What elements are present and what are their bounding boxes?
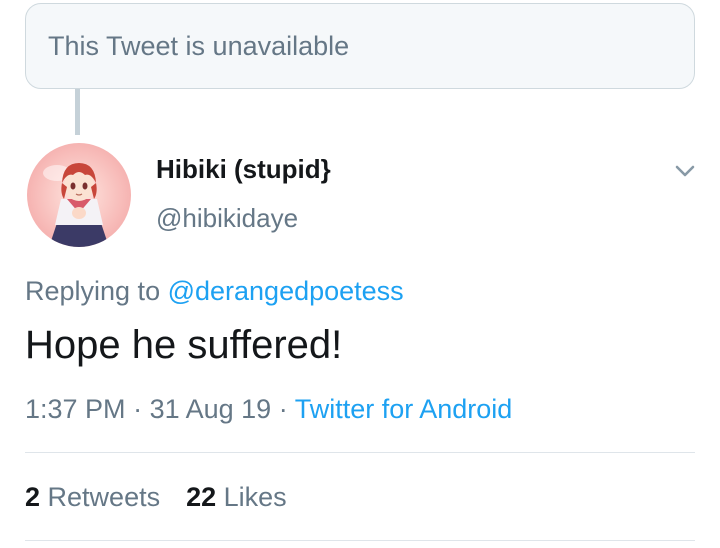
- divider: [25, 540, 695, 541]
- display-name[interactable]: Hibiki (stupid}: [156, 154, 331, 185]
- meta-separator: ·: [271, 394, 295, 424]
- unavailable-tweet-card: This Tweet is unavailable: [25, 3, 695, 89]
- thread-connector-line: [75, 89, 80, 135]
- chevron-down-icon[interactable]: [671, 157, 699, 185]
- likes-label: Likes: [216, 482, 287, 512]
- unavailable-text: This Tweet is unavailable: [48, 30, 350, 61]
- likes-stat[interactable]: 22 Likes: [186, 482, 287, 512]
- divider: [25, 452, 695, 453]
- likes-count: 22: [186, 482, 217, 512]
- retweets-stat[interactable]: 2 Retweets: [25, 482, 160, 512]
- reply-mention-link[interactable]: @derangedpoetess: [168, 276, 404, 306]
- avatar[interactable]: [27, 143, 131, 247]
- tweet-text: Hope he suffered!: [25, 323, 343, 367]
- tweet-date[interactable]: 31 Aug 19: [150, 394, 272, 424]
- tweet-source-link[interactable]: Twitter for Android: [295, 394, 513, 424]
- replying-to-line: Replying to @derangedpoetess: [25, 276, 404, 307]
- meta-separator: ·: [125, 394, 150, 424]
- tweet-time[interactable]: 1:37 PM: [25, 394, 126, 424]
- tweet-metadata: 1:37 PM · 31 Aug 19 · Twitter for Androi…: [25, 394, 512, 425]
- avatar-image: [27, 143, 131, 247]
- tweet-stats: 2 Retweets 22 Likes: [25, 482, 287, 513]
- replying-prefix: Replying to: [25, 276, 168, 306]
- retweets-count: 2: [25, 482, 41, 512]
- retweets-label: Retweets: [40, 482, 161, 512]
- user-handle[interactable]: @hibikidaye: [156, 203, 298, 234]
